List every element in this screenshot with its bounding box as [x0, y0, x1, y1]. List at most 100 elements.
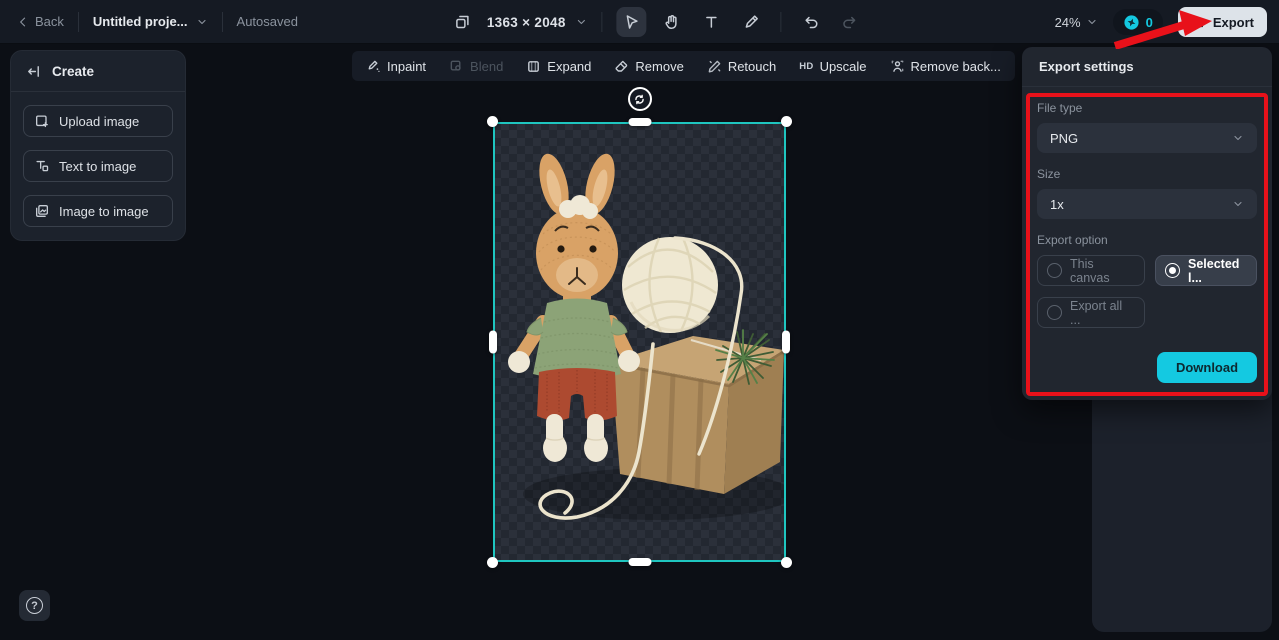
divider	[601, 12, 603, 32]
expand-label: Expand	[547, 58, 592, 74]
eraser-icon	[614, 59, 629, 74]
credits-badge[interactable]: 0	[1112, 9, 1163, 35]
file-type-label: File type	[1037, 101, 1083, 115]
text-to-image-icon	[34, 158, 50, 174]
topbar: Back Untitled proje... Autosaved 1363 × …	[0, 0, 1279, 44]
resize-handle-bottom-left[interactable]	[487, 557, 498, 568]
upload-image-button[interactable]: Upload image	[23, 105, 173, 137]
brush-tool-button[interactable]	[737, 7, 767, 37]
remove-button[interactable]: Remove	[614, 58, 684, 74]
image-to-image-label: Image to image	[59, 203, 149, 219]
file-type-value: PNG	[1050, 130, 1079, 146]
option-this-canvas-label: This canvas	[1070, 256, 1110, 285]
create-panel: Create Upload image Text to image Image …	[10, 50, 186, 241]
option-export-all[interactable]: Export all ...	[1037, 297, 1145, 328]
selected-image-layer[interactable]	[487, 87, 792, 568]
chevron-left-icon	[16, 15, 30, 29]
rotate-icon	[633, 93, 646, 106]
download-icon	[1191, 15, 1206, 30]
back-button[interactable]: Back	[16, 14, 64, 29]
resize-canvas-button[interactable]	[447, 7, 477, 37]
inpaint-label: Inpaint	[387, 58, 427, 74]
retouch-label: Retouch	[727, 58, 777, 74]
export-label: Export	[1212, 14, 1254, 30]
collapse-panel-icon[interactable]	[25, 63, 42, 80]
help-icon: ?	[26, 597, 43, 614]
redo-icon	[842, 13, 860, 31]
download-button[interactable]: Download	[1157, 352, 1257, 383]
project-name-menu[interactable]: Untitled proje...	[93, 14, 208, 29]
chevron-down-icon	[1086, 16, 1098, 28]
text-tool-button[interactable]	[697, 7, 727, 37]
export-option-label: Export option	[1037, 233, 1108, 247]
blend-icon	[449, 59, 464, 74]
resize-handle-bottom[interactable]	[628, 558, 651, 566]
create-panel-title: Create	[52, 63, 95, 79]
file-type-select[interactable]: PNG	[1037, 123, 1257, 153]
text-to-image-label: Text to image	[59, 158, 137, 174]
credits-count: 0	[1145, 14, 1153, 30]
size-label: Size	[1037, 167, 1061, 181]
divider	[77, 11, 79, 32]
text-icon	[703, 13, 721, 31]
radio-icon	[1047, 305, 1062, 320]
upload-image-label: Upload image	[59, 113, 140, 129]
remove-label: Remove	[635, 58, 684, 74]
project-name: Untitled proje...	[92, 14, 188, 29]
zoom-level: 24%	[1054, 14, 1081, 30]
hd-icon: HD	[799, 60, 814, 72]
autosave-status: Autosaved	[236, 14, 298, 29]
resize-handle-top-left[interactable]	[487, 116, 498, 127]
image-to-image-button[interactable]: Image to image	[23, 195, 173, 227]
brush-icon	[743, 13, 761, 31]
remove-background-button[interactable]: Remove back...	[890, 59, 1001, 74]
option-this-canvas[interactable]: This canvas	[1037, 255, 1145, 286]
export-button[interactable]: Export	[1177, 7, 1267, 37]
option-export-all-label: Export all ...	[1070, 298, 1123, 327]
hand-icon	[663, 13, 681, 31]
size-select[interactable]: 1x	[1037, 189, 1257, 219]
undo-button[interactable]	[796, 7, 826, 37]
credits-icon	[1123, 14, 1140, 31]
retouch-button[interactable]: Retouch	[707, 59, 776, 74]
resize-handle-top-right[interactable]	[781, 116, 792, 127]
resize-canvas-icon	[453, 13, 471, 31]
resize-handle-bottom-right[interactable]	[781, 557, 792, 568]
expand-icon	[526, 59, 541, 74]
zoom-control[interactable]: 24%	[1055, 15, 1098, 30]
chevron-down-icon	[196, 16, 208, 28]
upload-image-icon	[34, 113, 50, 129]
size-value: 1x	[1050, 196, 1064, 212]
resize-handle-left[interactable]	[489, 330, 497, 354]
option-selected-layer[interactable]: Selected l...	[1155, 255, 1257, 286]
back-label: Back	[35, 14, 64, 29]
option-selected-layer-label: Selected l...	[1188, 256, 1240, 285]
undo-icon	[802, 13, 820, 31]
divider	[780, 12, 782, 32]
cursor-icon	[623, 13, 641, 31]
text-to-image-button[interactable]: Text to image	[23, 150, 173, 182]
resize-handle-right[interactable]	[782, 330, 790, 354]
help-button[interactable]: ?	[19, 590, 50, 621]
chevron-down-icon[interactable]	[576, 16, 588, 28]
upscale-label: Upscale	[819, 58, 867, 74]
inpaint-button[interactable]: Inpaint	[366, 59, 426, 74]
chevron-down-icon	[1232, 198, 1244, 210]
inpaint-icon	[366, 59, 381, 74]
blend-button[interactable]: Blend	[449, 59, 503, 74]
radio-icon	[1047, 263, 1062, 278]
upscale-button[interactable]: HD Upscale	[799, 59, 866, 74]
blend-label: Blend	[470, 58, 504, 74]
export-settings-popup: Export settings File type PNG Size 1x Ex…	[1022, 47, 1272, 400]
remove-background-label: Remove back...	[910, 58, 1001, 74]
hand-tool-button[interactable]	[657, 7, 687, 37]
select-tool-button[interactable]	[616, 7, 647, 37]
redo-button[interactable]	[836, 7, 866, 37]
amigurumi-llama-image	[508, 153, 786, 520]
rotate-handle[interactable]	[627, 87, 652, 111]
expand-button[interactable]: Expand	[526, 59, 591, 74]
resize-handle-top[interactable]	[628, 118, 651, 126]
canvas-edit-toolbar: Inpaint Blend Expand Remove Retouch HD U…	[352, 51, 1015, 81]
export-settings-title: Export settings	[1022, 47, 1272, 87]
canvas-size-label: 1363 × 2048	[486, 14, 566, 30]
